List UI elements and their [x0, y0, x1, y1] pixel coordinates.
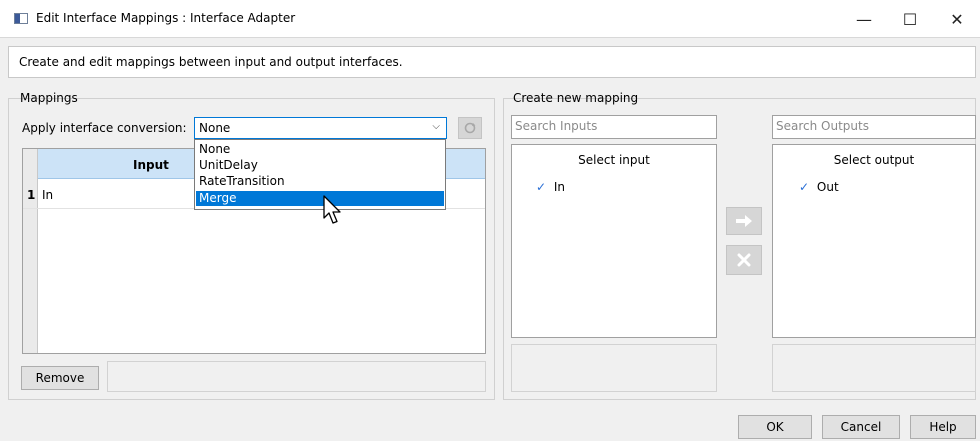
search-outputs-field[interactable]: Search Outputs [772, 115, 976, 139]
option-unitdelay[interactable]: UnitDelay [196, 158, 444, 173]
option-ratetransition[interactable]: RateTransition [196, 174, 444, 189]
arrow-right-icon [736, 215, 752, 227]
chevron-down-icon: ⌵ [432, 121, 440, 132]
refresh-conversion-button[interactable] [458, 117, 482, 139]
conversion-label: Apply interface conversion: [22, 121, 187, 135]
output-item-label: Out [816, 180, 839, 194]
description-panel: Create and edit mappings between input a… [8, 46, 976, 78]
option-merge[interactable]: Merge [196, 191, 444, 206]
output-details-box [772, 344, 976, 392]
delete-mapping-button[interactable] [726, 245, 762, 275]
output-list: Select output ✓ Out [772, 144, 976, 338]
app-icon [14, 13, 28, 24]
mapping-details-box [107, 361, 486, 392]
description-text: Create and edit mappings between input a… [19, 55, 403, 69]
input-list: Select input ✓ In [511, 144, 717, 338]
search-inputs-placeholder: Search Inputs [515, 119, 598, 133]
conversion-dropdown[interactable]: None ⌵ [194, 117, 447, 139]
refresh-icon [464, 122, 476, 134]
input-details-box [511, 344, 717, 392]
select-output-header: Select output [833, 153, 915, 167]
window-title: Edit Interface Mappings : Interface Adap… [36, 11, 296, 25]
conversion-options-list: None UnitDelay RateTransition Merge [194, 139, 446, 210]
remove-button[interactable]: Remove [21, 366, 99, 390]
search-outputs-placeholder: Search Outputs [776, 119, 869, 133]
input-column-header: Input [133, 158, 169, 172]
option-none[interactable]: None [196, 142, 444, 157]
minimize-button[interactable]: — [841, 0, 887, 38]
cancel-button[interactable]: Cancel [822, 415, 900, 439]
check-icon: ✓ [536, 180, 547, 194]
mouse-pointer-icon [323, 195, 341, 224]
close-button[interactable]: ✕ [934, 0, 980, 38]
search-inputs-field[interactable]: Search Inputs [511, 115, 717, 139]
check-icon: ✓ [799, 180, 810, 194]
ok-button[interactable]: OK [738, 415, 812, 439]
create-mapping-group-title: Create new mapping [513, 91, 639, 105]
select-input-header: Select input [578, 153, 650, 167]
mappings-group-title: Mappings [20, 91, 78, 105]
conversion-value: None [199, 121, 231, 135]
maximize-button[interactable]: ☐ [887, 0, 933, 38]
help-button[interactable]: Help [910, 415, 976, 439]
x-icon [737, 253, 751, 267]
list-item[interactable]: ✓ Out [799, 180, 839, 194]
list-item[interactable]: ✓ In [536, 180, 565, 194]
input-item-label: In [553, 180, 566, 194]
add-mapping-button[interactable] [726, 207, 762, 235]
row-input-cell: In [42, 188, 54, 202]
row-index: 1 [27, 188, 36, 202]
